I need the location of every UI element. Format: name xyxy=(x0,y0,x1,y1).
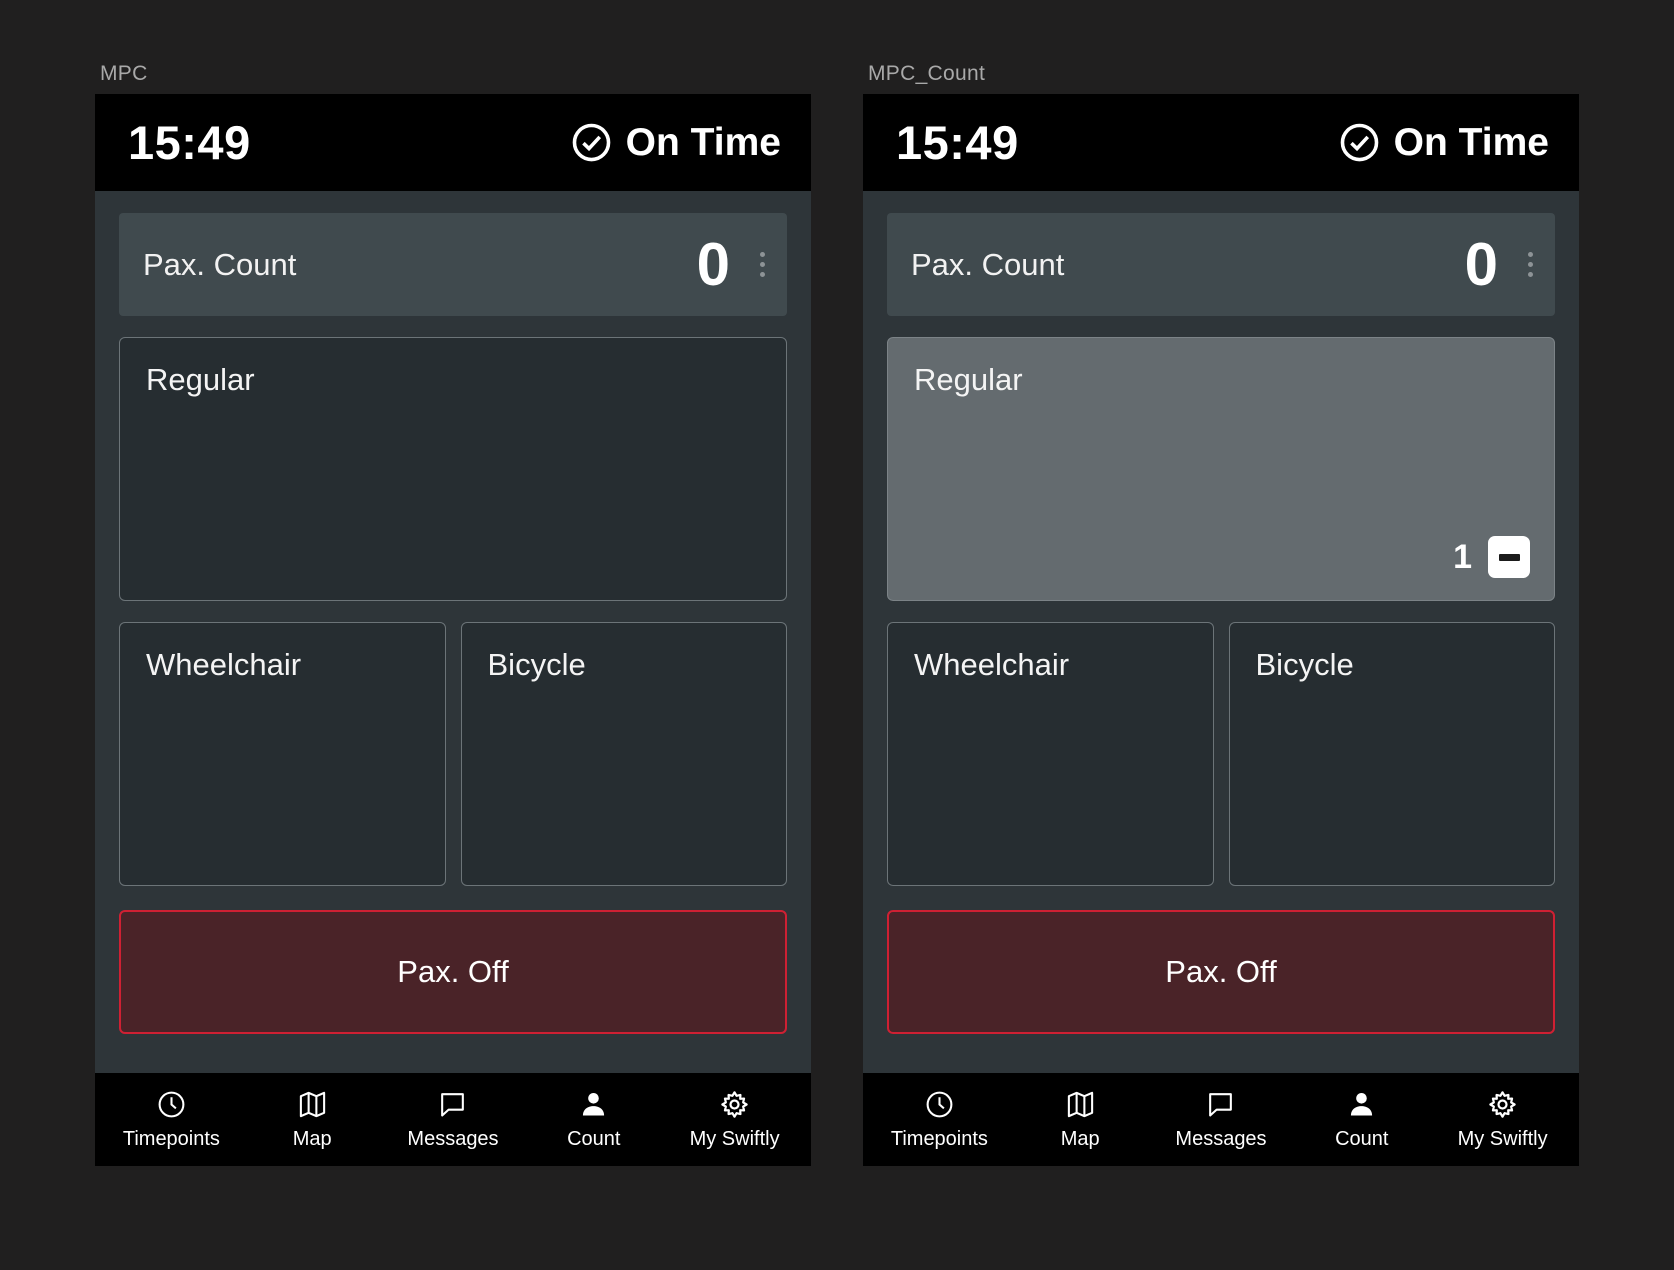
kebab-menu-icon[interactable] xyxy=(1520,246,1541,283)
nav-item-label: My Swiftly xyxy=(689,1128,780,1150)
pax-count-value: 0 xyxy=(696,230,730,298)
map-icon xyxy=(1065,1088,1096,1121)
nav-item-timepoints[interactable]: Timepoints xyxy=(101,1088,242,1151)
nav-item-label: Messages xyxy=(1175,1128,1267,1150)
nav-item-messages[interactable]: Messages xyxy=(383,1088,524,1151)
panel-caption: MPC_Count xyxy=(868,62,986,85)
message-bubble-icon xyxy=(437,1088,468,1121)
nav-item-timepoints[interactable]: Timepoints xyxy=(869,1088,1010,1151)
check-circle-icon xyxy=(570,121,613,164)
pax-off-button[interactable]: Pax. Off xyxy=(119,910,787,1034)
nav-item-label: Count xyxy=(567,1128,621,1150)
counter-value: 1 xyxy=(1453,537,1472,576)
bottom-navigation-bar: Timepoints Map Messages Count My Swiftly xyxy=(95,1073,811,1166)
person-icon xyxy=(1346,1088,1377,1121)
pax-off-label: Pax. Off xyxy=(397,954,509,989)
nav-item-count[interactable]: Count xyxy=(1291,1088,1432,1151)
count-card-regular[interactable]: Regular 1 xyxy=(887,337,1555,601)
pax-off-label: Pax. Off xyxy=(1165,954,1277,989)
on-time-label: On Time xyxy=(1393,120,1549,164)
panel-mpc-count: MPC_Count 15:49 On Time Pax. Count 0 Reg… xyxy=(863,62,1579,1166)
screen-body: Pax. Count 0 Regular Wheelchair Bicycle xyxy=(95,191,811,1073)
message-bubble-icon xyxy=(1205,1088,1236,1121)
pax-count-label: Pax. Count xyxy=(143,246,297,282)
count-card-bicycle[interactable]: Bicycle xyxy=(1228,622,1555,886)
phone-screen: 15:49 On Time Pax. Count 0 xyxy=(863,94,1579,1166)
kebab-menu-icon[interactable] xyxy=(752,246,773,283)
clock-time: 15:49 xyxy=(128,116,251,169)
bottom-navigation-bar: Timepoints Map Messages Count My Swiftly xyxy=(863,1073,1579,1166)
nav-item-label: Messages xyxy=(407,1128,499,1150)
pax-off-button[interactable]: Pax. Off xyxy=(887,910,1555,1034)
clock-time: 15:49 xyxy=(896,116,1019,169)
nav-item-messages[interactable]: Messages xyxy=(1151,1088,1292,1151)
minus-icon[interactable] xyxy=(1488,536,1530,578)
screenshot-stage: MPC 15:49 On Time Pax. Count 0 Regular W… xyxy=(0,0,1674,1270)
gear-icon xyxy=(719,1088,750,1121)
count-card-label: Bicycle xyxy=(1255,647,1354,682)
nav-item-label: Timepoints xyxy=(122,1128,220,1150)
nav-item-label: Count xyxy=(1335,1128,1389,1150)
count-card-label: Bicycle xyxy=(487,647,586,682)
status-bar: 15:49 On Time xyxy=(863,94,1579,191)
count-card-label: Wheelchair xyxy=(914,647,1070,682)
on-time-label: On Time xyxy=(625,120,781,164)
count-card-bicycle[interactable]: Bicycle xyxy=(460,622,787,886)
nav-item-label: Map xyxy=(292,1128,332,1150)
regular-counter: 1 xyxy=(1453,536,1530,578)
on-time-status: On Time xyxy=(570,121,781,165)
status-bar: 15:49 On Time xyxy=(95,94,811,191)
person-icon xyxy=(578,1088,609,1121)
screen-body: Pax. Count 0 Regular 1 Wheelchair Bicycl… xyxy=(863,191,1579,1073)
nav-item-label: My Swiftly xyxy=(1457,1128,1548,1150)
count-card-wheelchair[interactable]: Wheelchair xyxy=(119,622,446,886)
secondary-count-cards: Wheelchair Bicycle xyxy=(887,622,1555,886)
clock-icon xyxy=(156,1088,187,1121)
nav-item-label: Timepoints xyxy=(890,1128,988,1150)
count-card-label: Wheelchair xyxy=(146,647,302,682)
nav-item-my-swiftly[interactable]: My Swiftly xyxy=(1432,1088,1573,1151)
nav-item-label: Map xyxy=(1060,1128,1100,1150)
panel-caption: MPC xyxy=(100,62,148,85)
nav-item-map[interactable]: Map xyxy=(1010,1088,1151,1151)
panel-mpc: MPC 15:49 On Time Pax. Count 0 Regular W… xyxy=(95,62,811,1166)
check-circle-icon xyxy=(1338,121,1381,164)
on-time-status: On Time xyxy=(1338,121,1549,165)
nav-item-count[interactable]: Count xyxy=(523,1088,664,1151)
count-card-regular[interactable]: Regular xyxy=(119,337,787,601)
nav-item-my-swiftly[interactable]: My Swiftly xyxy=(664,1088,805,1151)
nav-item-map[interactable]: Map xyxy=(242,1088,383,1151)
count-card-wheelchair[interactable]: Wheelchair xyxy=(887,622,1214,886)
pax-count-card[interactable]: Pax. Count 0 xyxy=(119,213,787,316)
pax-count-card[interactable]: Pax. Count 0 xyxy=(887,213,1555,316)
clock-icon xyxy=(924,1088,955,1121)
map-icon xyxy=(297,1088,328,1121)
pax-count-label: Pax. Count xyxy=(911,246,1065,282)
secondary-count-cards: Wheelchair Bicycle xyxy=(119,622,787,886)
gear-icon xyxy=(1487,1088,1518,1121)
phone-screen: 15:49 On Time Pax. Count 0 xyxy=(95,94,811,1166)
count-card-label: Regular xyxy=(146,362,255,397)
pax-count-value: 0 xyxy=(1464,230,1498,298)
count-card-label: Regular xyxy=(914,362,1023,397)
